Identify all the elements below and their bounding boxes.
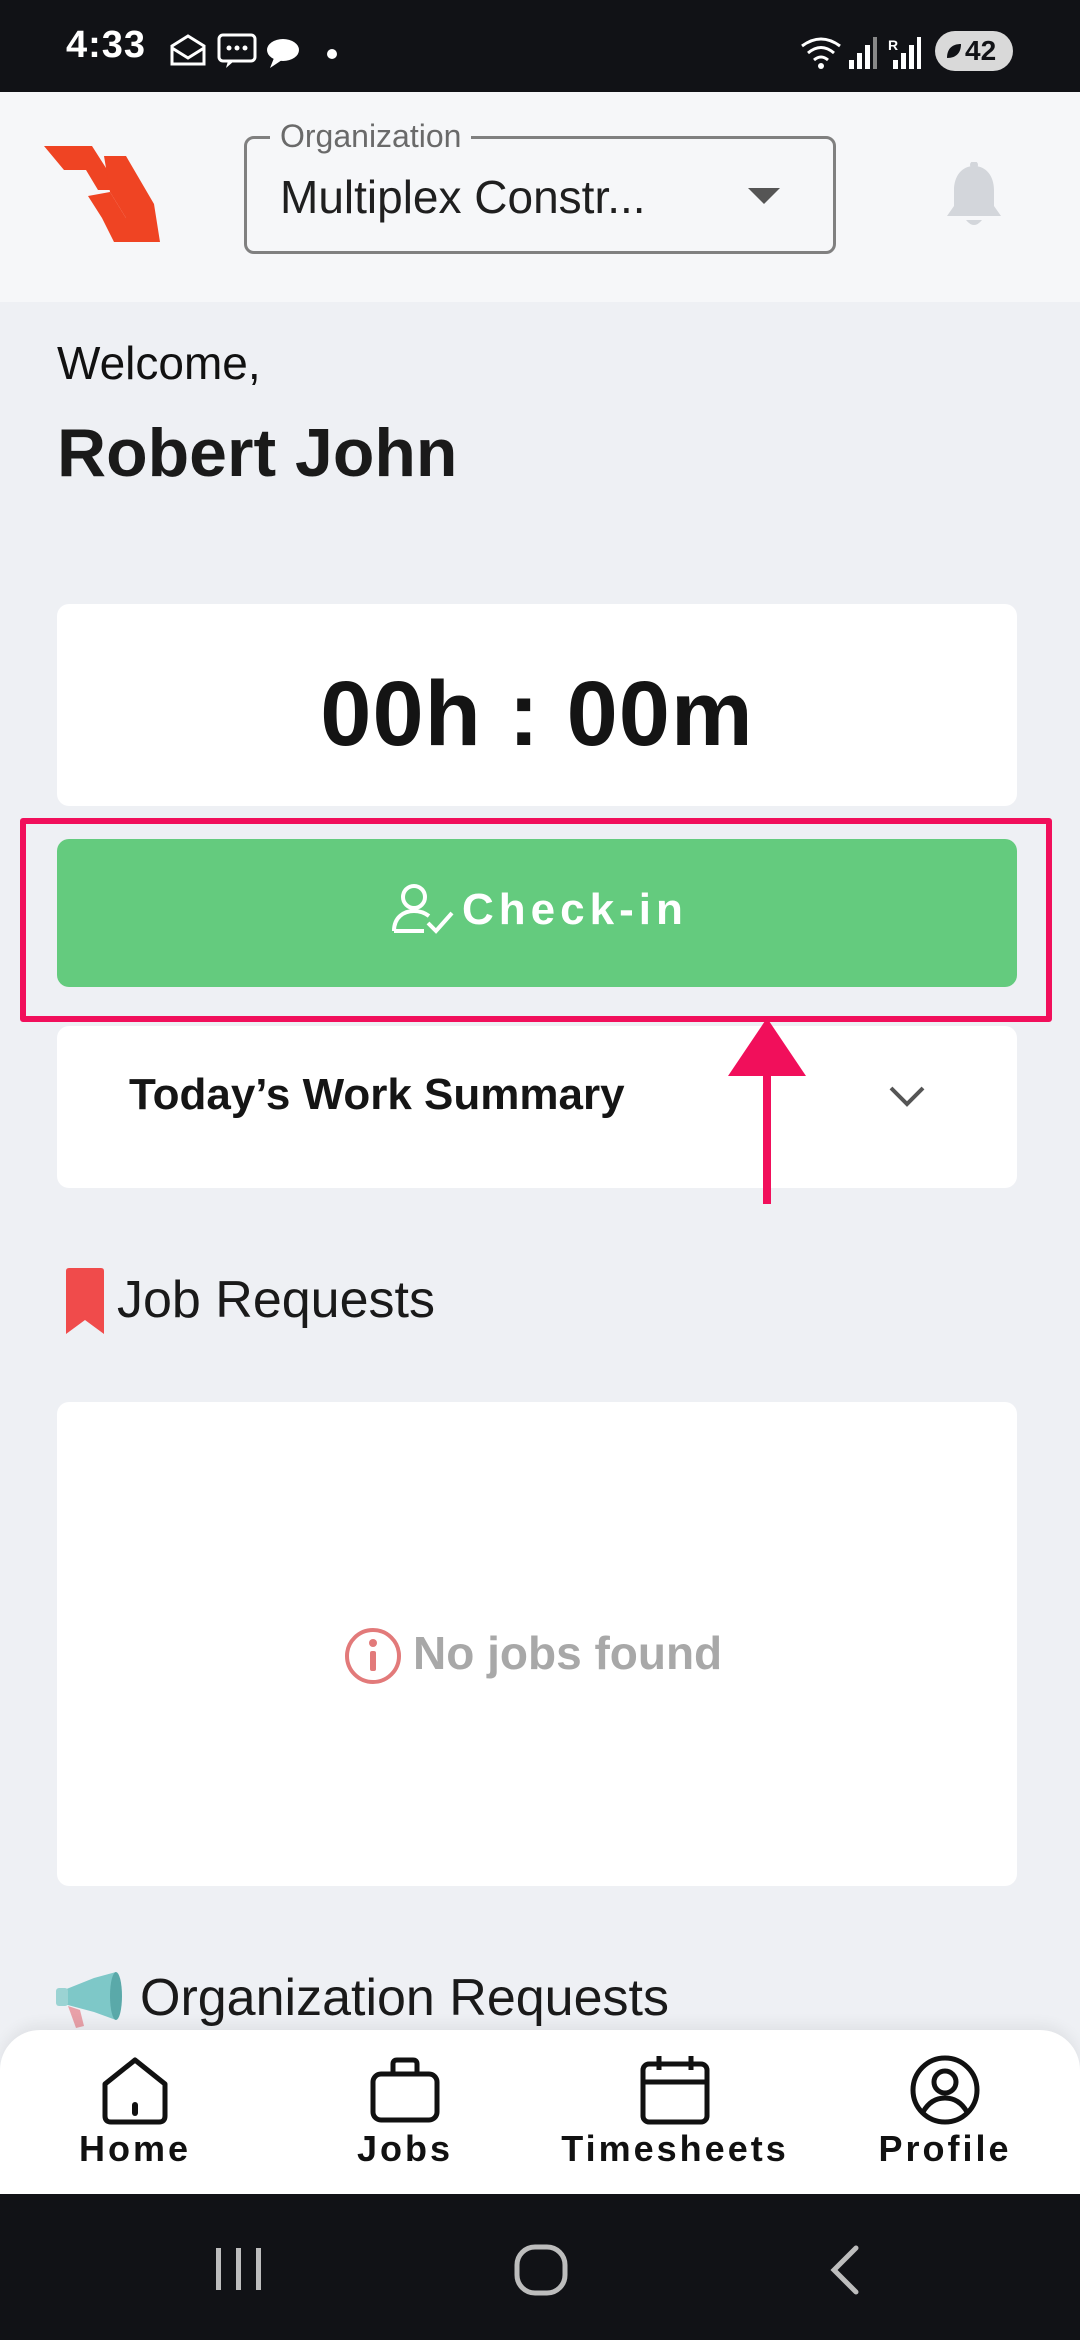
notification-bell-icon[interactable] xyxy=(944,162,1004,232)
job-requests-title: Job Requests xyxy=(117,1271,435,1329)
svg-text:R: R xyxy=(888,37,898,53)
nav-label-profile: Profile xyxy=(878,2128,1012,2169)
home-button-icon[interactable] xyxy=(514,2244,568,2296)
message-notification-icon xyxy=(217,33,257,68)
wifi-icon xyxy=(801,37,841,69)
brand-logo xyxy=(44,146,160,242)
nav-item-jobs[interactable]: Jobs xyxy=(270,2030,540,2194)
nav-item-profile[interactable]: Profile xyxy=(810,2030,1080,2194)
work-summary-accordion[interactable]: Today’s Work Summary xyxy=(57,1026,1017,1188)
bottom-navigation: Home Jobs Timesheets Profile xyxy=(0,2030,1080,2194)
nav-item-timesheets[interactable]: Timesheets xyxy=(540,2030,810,2194)
user-name: Robert John xyxy=(57,415,458,491)
welcome-label: Welcome, xyxy=(57,337,261,389)
nav-label-jobs: Jobs xyxy=(356,2128,454,2169)
annotation-highlight-box xyxy=(20,818,1052,1022)
mail-notification-icon xyxy=(170,34,206,66)
battery-saver-icon xyxy=(947,44,961,58)
timer-value: 00h : 00m xyxy=(320,663,754,765)
timer-card: 00h : 00m xyxy=(57,604,1017,806)
briefcase-icon xyxy=(370,2057,440,2123)
chevron-down-icon[interactable] xyxy=(887,1084,927,1110)
battery-level: 42 xyxy=(965,35,997,66)
dot-icon xyxy=(327,49,337,59)
nav-item-home[interactable]: Home xyxy=(0,2030,270,2194)
back-icon[interactable] xyxy=(826,2244,862,2296)
bookmark-icon xyxy=(66,1268,104,1334)
organization-label: Organization xyxy=(270,118,472,155)
empty-state-message: No jobs found xyxy=(413,1627,723,1679)
organization-requests-title: Organization Requests xyxy=(140,1969,669,2027)
status-time: 4:33 xyxy=(66,24,147,66)
recent-apps-icon[interactable] xyxy=(212,2246,268,2292)
system-navigation-bar xyxy=(0,2194,1080,2340)
chat-notification-icon xyxy=(267,39,299,68)
status-bar: 4:33 R 42 xyxy=(0,0,1080,92)
home-icon xyxy=(102,2057,168,2125)
profile-icon xyxy=(910,2055,980,2125)
signal-icon-2: R xyxy=(888,37,921,69)
dropdown-caret-icon[interactable] xyxy=(748,188,780,204)
organization-value[interactable]: Multiplex Constr... xyxy=(280,170,646,224)
nav-label-timesheets: Timesheets xyxy=(561,2128,789,2169)
annotation-arrow-icon xyxy=(728,1018,806,1204)
signal-icon-1 xyxy=(849,37,877,69)
nav-label-home: Home xyxy=(78,2128,192,2169)
work-summary-title: Today’s Work Summary xyxy=(129,1070,625,1119)
info-icon xyxy=(345,1628,401,1684)
megaphone-icon xyxy=(56,1972,122,2028)
jobs-card: No jobs found xyxy=(57,1402,1017,1886)
battery-indicator: 42 xyxy=(935,31,1013,71)
calendar-icon xyxy=(640,2056,710,2125)
